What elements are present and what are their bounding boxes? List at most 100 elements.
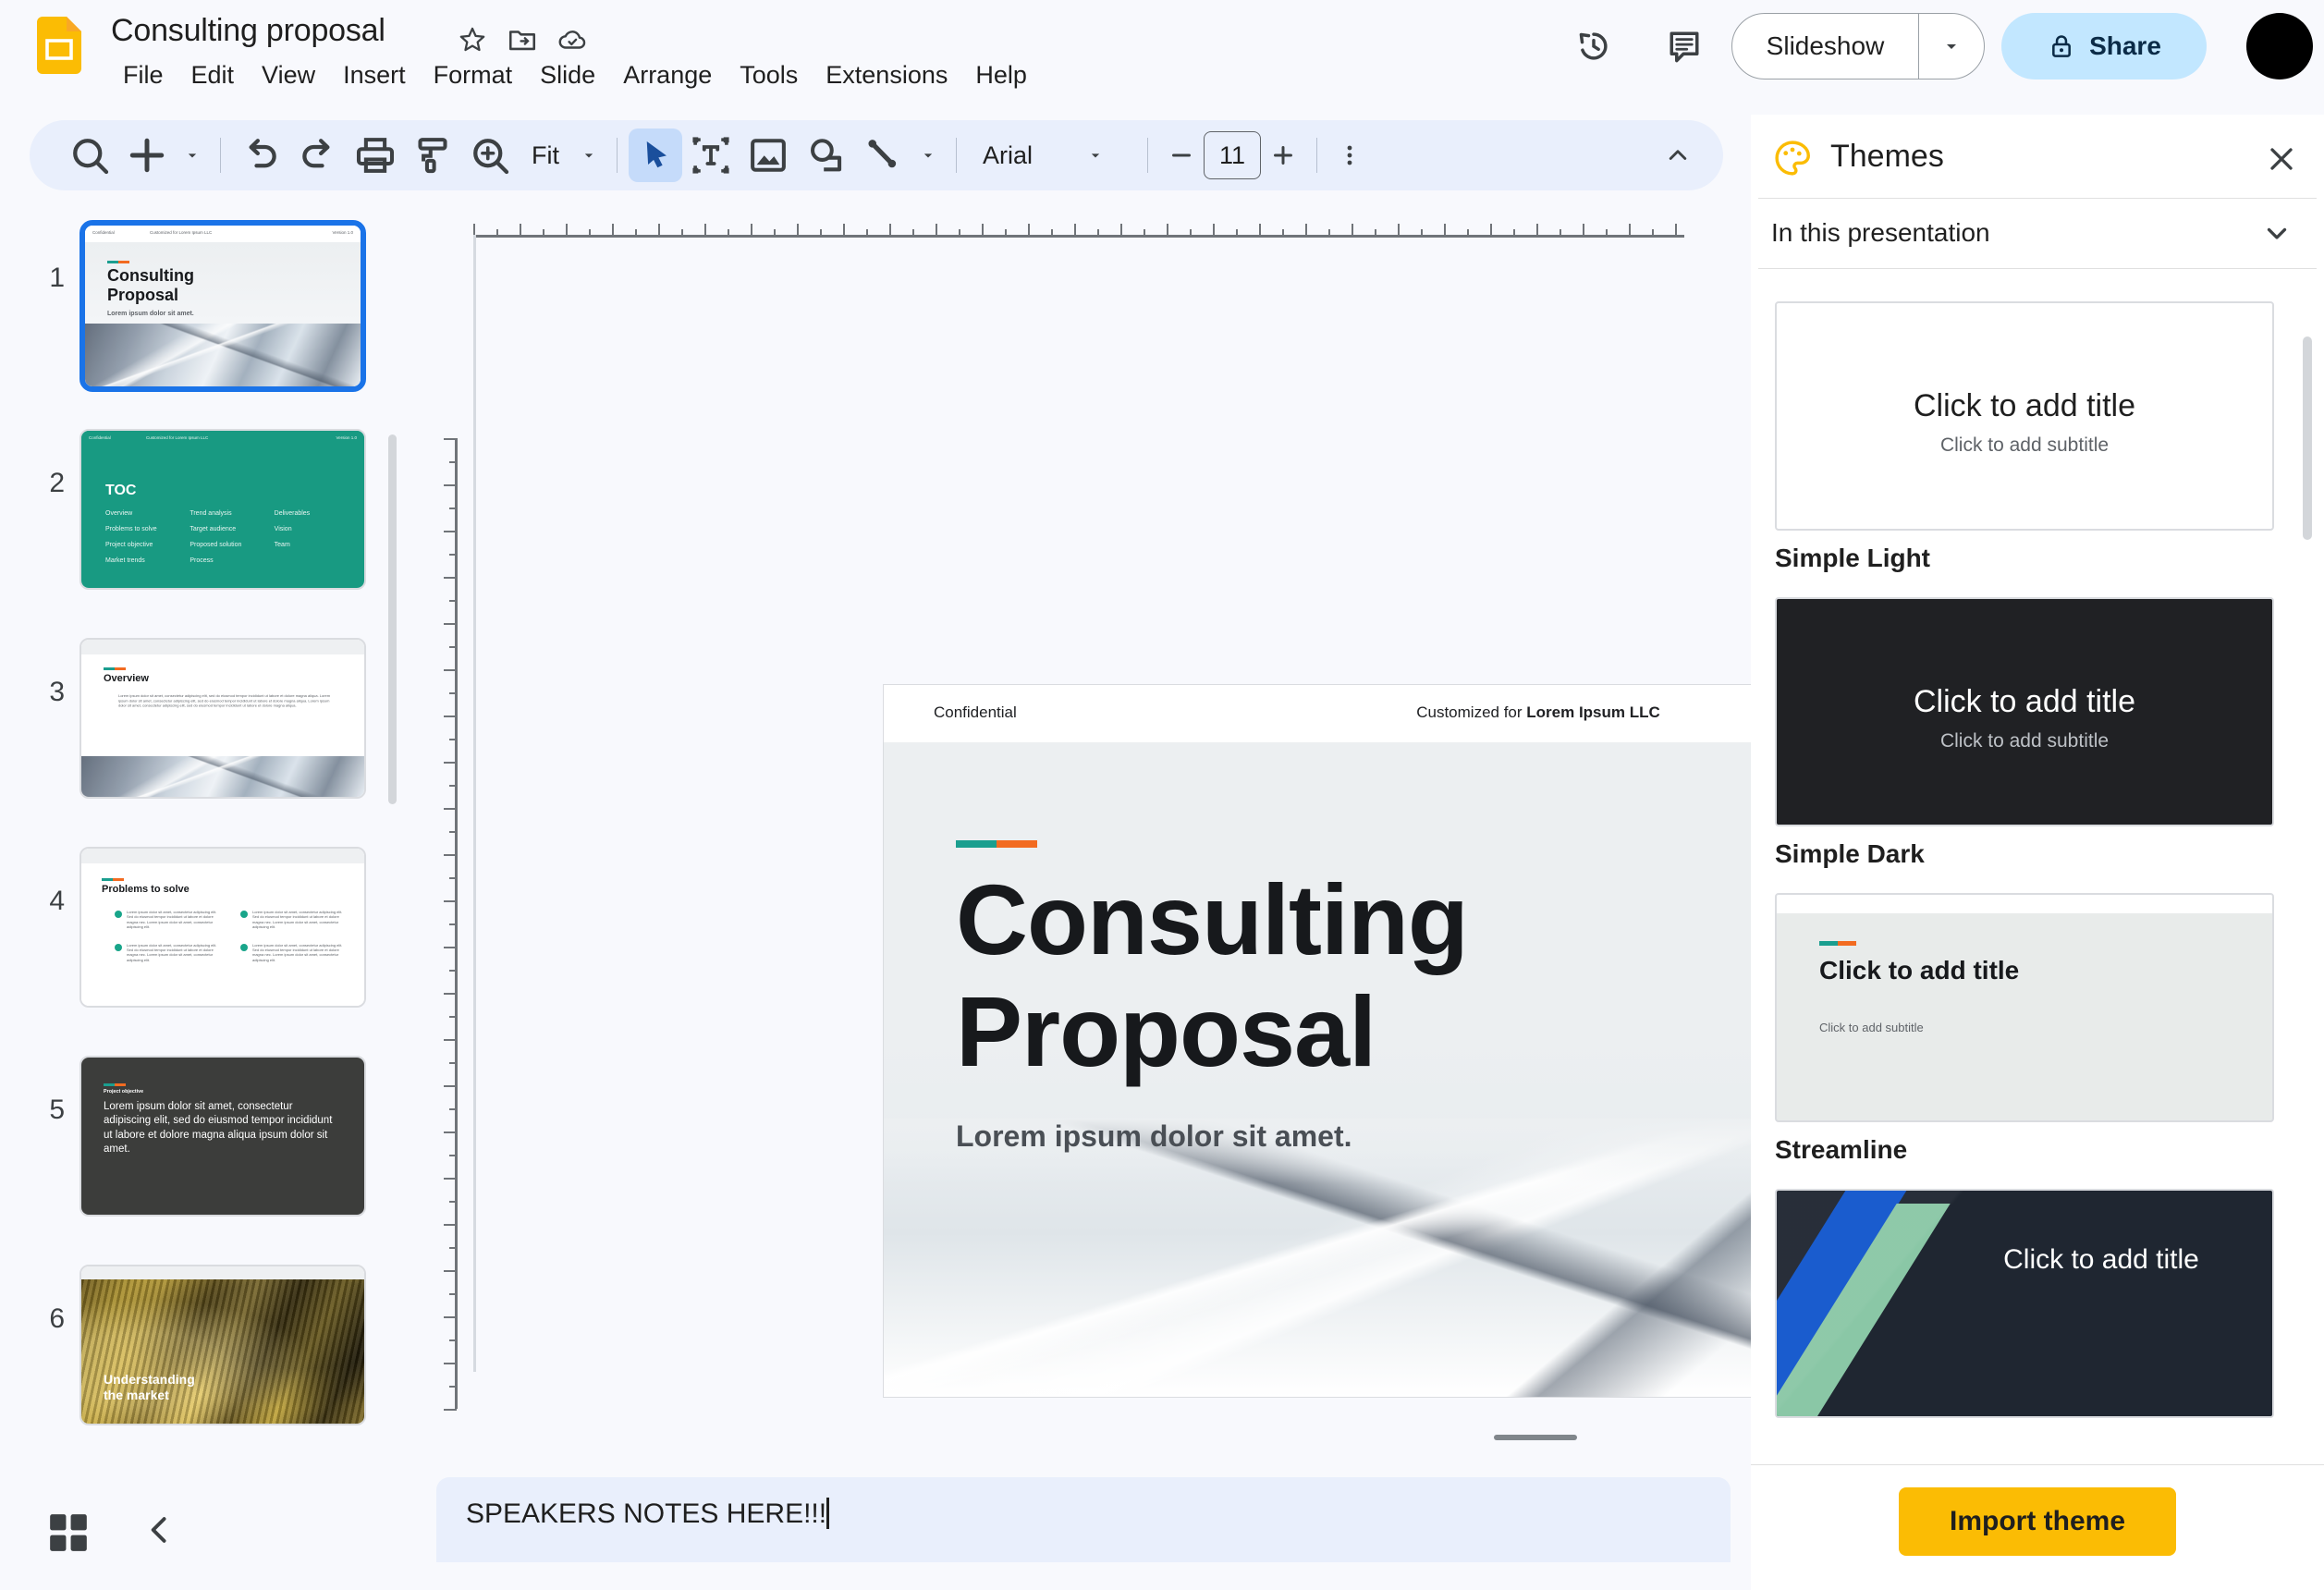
text-box-button[interactable] xyxy=(682,130,740,180)
line-options-button[interactable] xyxy=(911,130,945,180)
zoom-button[interactable] xyxy=(461,130,519,180)
toc-item: Process xyxy=(190,557,214,564)
increase-font-size-button[interactable] xyxy=(1261,140,1305,171)
slide-thumbnail[interactable]: Project objective Lorem ipsum dolor sit … xyxy=(80,1056,366,1217)
theme-card-simple-dark[interactable]: Click to add title Click to add subtitle… xyxy=(1775,597,2274,869)
speaker-notes-pane[interactable]: SPEAKERS NOTES HERE!!! xyxy=(436,1477,1731,1562)
menu-item-insert[interactable]: Insert xyxy=(329,57,420,93)
speaker-notes-text[interactable]: SPEAKERS NOTES HERE!!! xyxy=(466,1498,830,1530)
version-history-icon[interactable] xyxy=(1573,26,1614,67)
bullet-dot-icon xyxy=(115,911,122,918)
theme-thumbnail[interactable]: Click to add title Click to add subtitle xyxy=(1775,597,2274,826)
theme-card-simple-light[interactable]: Click to add title Click to add subtitle… xyxy=(1775,301,2274,573)
theme-thumbnail[interactable]: Click to add title Click to add subtitle xyxy=(1775,301,2274,531)
menu-item-extensions[interactable]: Extensions xyxy=(812,57,961,93)
new-slide-button[interactable] xyxy=(118,130,176,180)
shape-button[interactable] xyxy=(797,130,854,180)
menu-item-format[interactable]: Format xyxy=(420,57,527,93)
font-family-selector[interactable]: Arial xyxy=(968,141,1079,170)
close-icon[interactable] xyxy=(2263,141,2300,177)
zoom-level-label[interactable]: Fit xyxy=(519,141,572,170)
toc-item: Problems to solve xyxy=(105,526,157,532)
slide-thumbnail[interactable]: Understanding the market xyxy=(80,1265,366,1425)
menu-item-file[interactable]: File xyxy=(109,57,177,93)
slide-thumbnail[interactable]: Overview Lorem ipsum dolor sit amet, con… xyxy=(80,638,366,799)
theme-thumbnail[interactable]: Click to add title Click to add subtitle xyxy=(1775,893,2274,1122)
move-to-folder-icon[interactable] xyxy=(507,24,538,55)
themes-panel-scrollbar[interactable] xyxy=(2303,336,2312,540)
comment-icon[interactable] xyxy=(1664,26,1705,67)
theme-thumbnail[interactable]: Click to add title xyxy=(1775,1189,2274,1418)
slide-thumbnail[interactable]: Confidential Customized for Lorem Ipsum … xyxy=(80,220,366,392)
mini-slide-body: Lorem ipsum dolor sit amet, consectetur … xyxy=(104,1101,333,1156)
document-title[interactable]: Consulting proposal xyxy=(111,13,385,49)
toc-item: Overview xyxy=(105,510,133,517)
insert-image-button[interactable] xyxy=(740,130,797,180)
themes-list[interactable]: Click to add title Click to add subtitle… xyxy=(1751,270,2324,1499)
ruler-tick xyxy=(496,229,498,237)
paint-format-button[interactable] xyxy=(404,130,461,180)
more-options-button[interactable] xyxy=(1328,141,1371,170)
avatar[interactable] xyxy=(2246,13,2313,80)
menu-item-arrange[interactable]: Arrange xyxy=(609,57,726,93)
notes-resize-grip[interactable] xyxy=(1494,1435,1577,1440)
slideshow-button[interactable]: Slideshow xyxy=(1731,13,1985,80)
font-size-input[interactable]: 11 xyxy=(1204,131,1261,179)
filmstrip-scrollbar[interactable] xyxy=(388,434,397,804)
slide-thumbnail[interactable]: Problems to solve Lorem ipsum dolor sit … xyxy=(80,847,366,1008)
vertical-ruler[interactable] xyxy=(436,438,458,1411)
undo-button[interactable] xyxy=(232,130,289,180)
slideshow-options-button[interactable] xyxy=(1919,35,1984,57)
font-family-caret[interactable] xyxy=(1079,130,1112,180)
ruler-tick xyxy=(444,900,457,902)
theme-title-placeholder: Click to add title xyxy=(2003,1244,2199,1275)
mini-slide-title: Overview xyxy=(104,673,149,684)
menu-item-edit[interactable]: Edit xyxy=(177,57,249,93)
horizontal-ruler[interactable] xyxy=(473,216,1684,238)
theme-card-streamline[interactable]: Click to add title Click to add subtitle… xyxy=(1775,893,2274,1165)
ruler-tick xyxy=(982,224,984,237)
ruler-tick xyxy=(1536,224,1538,237)
toc-item: Team xyxy=(274,542,290,548)
select-tool-button[interactable] xyxy=(629,128,682,182)
theme-card-geometric[interactable]: Click to add title xyxy=(1775,1189,2274,1418)
slide-title-line-2: Proposal xyxy=(956,974,1376,1087)
mini-header-center: Customized for Lorem Ipsum LLC xyxy=(150,230,213,236)
accent-orange xyxy=(997,840,1037,848)
import-theme-button[interactable]: Import theme xyxy=(1899,1487,2176,1556)
slide-title[interactable]: Consulting Proposal xyxy=(956,863,1788,1088)
slide-canvas-area[interactable]: Confidential Customized for Lorem Ipsum … xyxy=(418,209,2141,1470)
collapse-toolbar-button[interactable] xyxy=(1653,130,1703,180)
themes-panel[interactable]: Themes In this presentation Click to add… xyxy=(1751,115,2324,1590)
decrease-font-size-button[interactable] xyxy=(1159,140,1204,171)
toc-item: Trend analysis xyxy=(190,510,232,517)
menu-item-tools[interactable]: Tools xyxy=(726,57,812,93)
line-button[interactable] xyxy=(854,130,911,180)
customer-name: Lorem Ipsum LLC xyxy=(1526,703,1660,721)
star-icon[interactable] xyxy=(457,24,488,55)
redo-button[interactable] xyxy=(289,130,347,180)
cloud-saved-icon[interactable] xyxy=(557,24,588,55)
slide-subtitle[interactable]: Lorem ipsum dolor sit amet. xyxy=(956,1119,1352,1154)
menu-item-view[interactable]: View xyxy=(248,57,329,93)
text-box-icon xyxy=(692,137,729,174)
new-slide-options-button[interactable] xyxy=(176,130,209,180)
canvas-guide xyxy=(473,235,476,1372)
top-bar: Consulting proposal File Edit View Inser… xyxy=(0,0,2324,115)
ruler-tick xyxy=(449,1293,457,1295)
collapse-filmstrip-button[interactable] xyxy=(137,1507,183,1553)
slide-filmstrip[interactable]: 1 Confidential Customized for Lorem Ipsu… xyxy=(0,209,418,1470)
zoom-options-button[interactable] xyxy=(572,130,605,180)
grid-view-icon[interactable] xyxy=(43,1507,94,1559)
menu-item-help[interactable]: Help xyxy=(961,57,1041,93)
theme-name: Streamline xyxy=(1775,1135,1908,1164)
print-button[interactable] xyxy=(347,130,404,180)
ruler-tick xyxy=(612,224,614,237)
search-button[interactable] xyxy=(61,130,118,180)
menu-item-slide[interactable]: Slide xyxy=(526,57,609,93)
slide-thumbnail[interactable]: Confidential Customized for Lorem Ipsum … xyxy=(80,429,366,590)
share-button[interactable]: Share xyxy=(2001,13,2207,80)
mini-slide: Project objective Lorem ipsum dolor sit … xyxy=(81,1058,364,1215)
themes-section-selector[interactable]: In this presentation xyxy=(1751,198,2324,268)
ruler-tick xyxy=(1120,224,1122,237)
